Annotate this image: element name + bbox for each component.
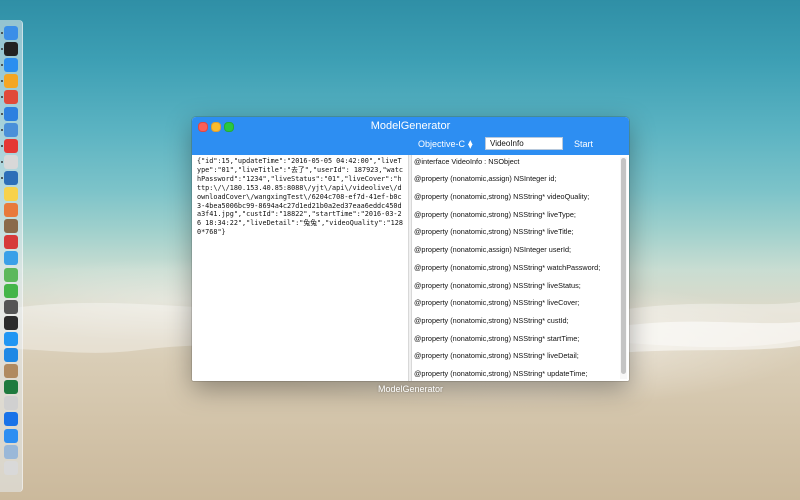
property-line: @property (nonatomic,strong) NSString* l… [414,210,576,219]
window-title: ModelGenerator [370,120,451,132]
safari-icon[interactable] [4,106,18,121]
language-select-value: Objective-C [418,139,466,149]
jenkins-icon[interactable] [4,396,18,411]
trash-icon[interactable] [4,460,18,475]
running-indicator [1,176,3,179]
xcode-icon[interactable] [4,170,18,185]
running-indicator [1,160,3,163]
excel-icon[interactable] [4,380,18,395]
running-indicator [1,128,3,131]
maps-icon[interactable] [4,267,18,282]
property-line: @property (nonatomic,strong) NSString* l… [414,227,574,236]
running-indicator [1,48,3,51]
sketch-icon[interactable] [4,74,18,89]
qq-icon[interactable] [4,138,18,153]
property-line: @property (nonatomic,strong) NSString* c… [414,316,569,325]
dock [0,20,23,492]
json-input-text[interactable]: {"id":15,"updateTime":"2016-05-05 04:42:… [197,157,403,237]
property-line: @property (nonatomic,strong) NSString* s… [414,334,580,343]
paw-icon[interactable] [4,364,18,379]
titlebar: ModelGenerator Objective-C▲▼ Start [192,117,629,155]
chrome-icon[interactable] [4,90,18,105]
instruments-icon[interactable] [4,299,18,314]
output-pane[interactable]: @interface VideoInfo : NSObject @property… [412,155,629,381]
messages-icon[interactable] [4,251,18,266]
running-indicator [1,144,3,147]
property-line: @property (nonatomic,strong) NSString* l… [414,281,581,290]
property-line: @property (nonatomic,strong) NSString* u… [414,369,588,378]
property-line: @property (nonatomic,strong) NSString* l… [414,351,579,360]
teamviewer-icon[interactable] [4,412,18,427]
running-indicator [1,64,3,67]
running-indicator [1,80,3,83]
photos-icon[interactable] [4,203,18,218]
browser-icon[interactable] [4,331,18,346]
output-scrollbar-thumb[interactable] [621,158,626,374]
dash-icon[interactable] [4,315,18,330]
sequel-icon[interactable] [4,235,18,250]
preview-icon[interactable] [4,219,18,234]
notes-icon[interactable] [4,187,18,201]
wechat-icon[interactable] [4,283,18,298]
start-button[interactable]: Start [574,137,593,151]
window-caption: ModelGenerator [377,384,444,394]
property-line: @property (nonatomic,assign) NSInteger u… [414,245,572,254]
vpn-icon[interactable] [4,428,18,443]
vscode-icon[interactable] [4,348,18,362]
property-line: @property (nonatomic,strong) NSString* w… [414,263,601,272]
property-line: @property (nonatomic,strong) NSString* v… [414,192,590,201]
interface-declaration-line: @interface VideoInfo : NSObject [414,157,520,166]
mail-icon[interactable] [4,122,18,137]
language-select[interactable]: Objective-C ▲ ▼ [418,137,473,151]
json-input-pane[interactable]: {"id":15,"updateTime":"2016-05-05 04:42:… [192,155,408,381]
updown-arrows-icon: ▲ ▼ [468,138,473,150]
running-indicator [1,32,3,34]
running-indicator [1,112,3,115]
property-line: @property (nonatomic,assign) NSInteger i… [414,174,557,183]
calendar-icon[interactable] [4,154,18,169]
terminal-icon[interactable] [4,42,18,57]
app-store-icon[interactable] [4,58,18,73]
model-generator-window: ModelGenerator Objective-C▲▼ Start {"id"… [192,117,629,381]
running-indicator [1,96,3,99]
downloads-icon[interactable] [4,444,18,459]
property-line: @property (nonatomic,strong) NSString* l… [414,298,580,307]
finder-icon[interactable] [4,26,18,40]
class-name-input[interactable] [485,137,563,150]
